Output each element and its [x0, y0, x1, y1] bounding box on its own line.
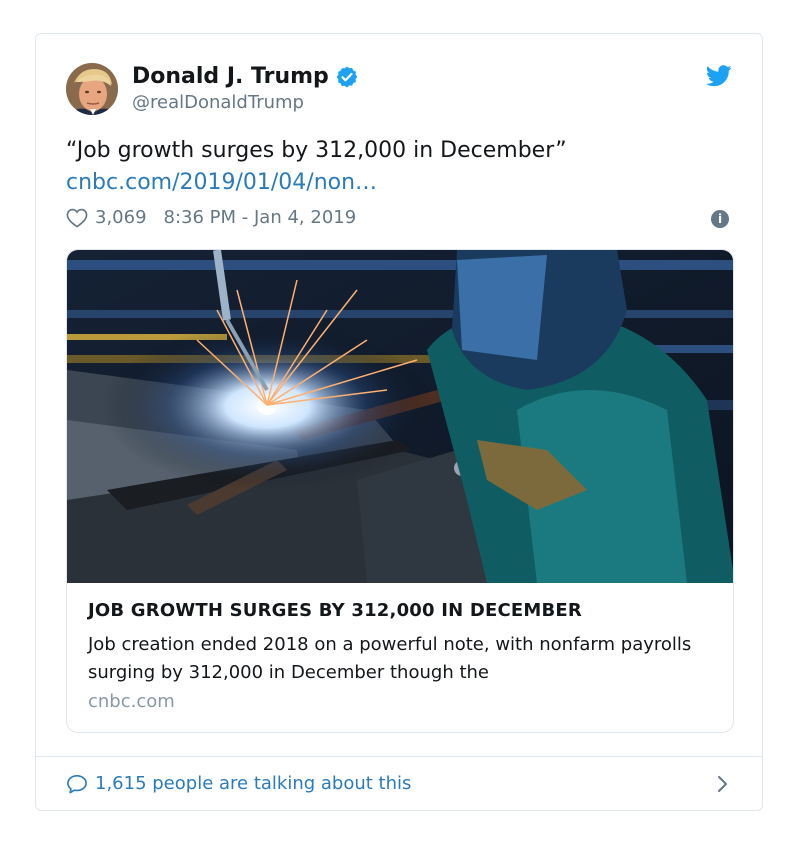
avatar-image [66, 63, 118, 115]
talking-count-text: 1,615 people are talking about this [95, 773, 412, 794]
heart-icon[interactable] [66, 208, 88, 228]
preview-title: JOB GROWTH SURGES BY 312,000 IN DECEMBER [88, 600, 582, 621]
chevron-right-icon[interactable] [716, 775, 730, 793]
info-icon[interactable]: i [711, 210, 729, 228]
author-name-text: Donald J. Trump [132, 64, 329, 89]
twitter-bird-icon[interactable] [706, 65, 732, 87]
conversation-link[interactable]: 1,615 people are talking about this [66, 770, 411, 798]
preview-domain: cnbc.com [88, 691, 175, 712]
divider [36, 756, 762, 757]
speech-bubble-icon [67, 775, 87, 794]
tweet-body: “Job growth surges by 312,000 in Decembe… [66, 138, 567, 163]
author-handle[interactable]: @realDonaldTrump [132, 91, 304, 115]
like-count[interactable]: 3,069 [95, 204, 147, 232]
tweet-meta: 3,069 8:36 PM - Jan 4, 2019 [66, 204, 356, 232]
author-name[interactable]: Donald J. Trump [132, 63, 359, 91]
tweet-card[interactable]: Donald J. Trump @realDonaldTrump “Job gr… [35, 33, 763, 811]
verified-badge-icon [336, 66, 358, 88]
tweet-link[interactable]: cnbc.com/2019/01/04/non… [66, 167, 726, 199]
tweet-text: “Job growth surges by 312,000 in Decembe… [66, 135, 726, 199]
tweet-timestamp[interactable]: 8:36 PM - Jan 4, 2019 [164, 204, 357, 232]
avatar[interactable] [66, 63, 118, 115]
preview-description: Job creation ended 2018 on a powerful no… [88, 634, 692, 683]
link-preview-card[interactable]: JOB GROWTH SURGES BY 312,000 IN DECEMBER… [66, 249, 734, 733]
preview-image [67, 250, 733, 583]
